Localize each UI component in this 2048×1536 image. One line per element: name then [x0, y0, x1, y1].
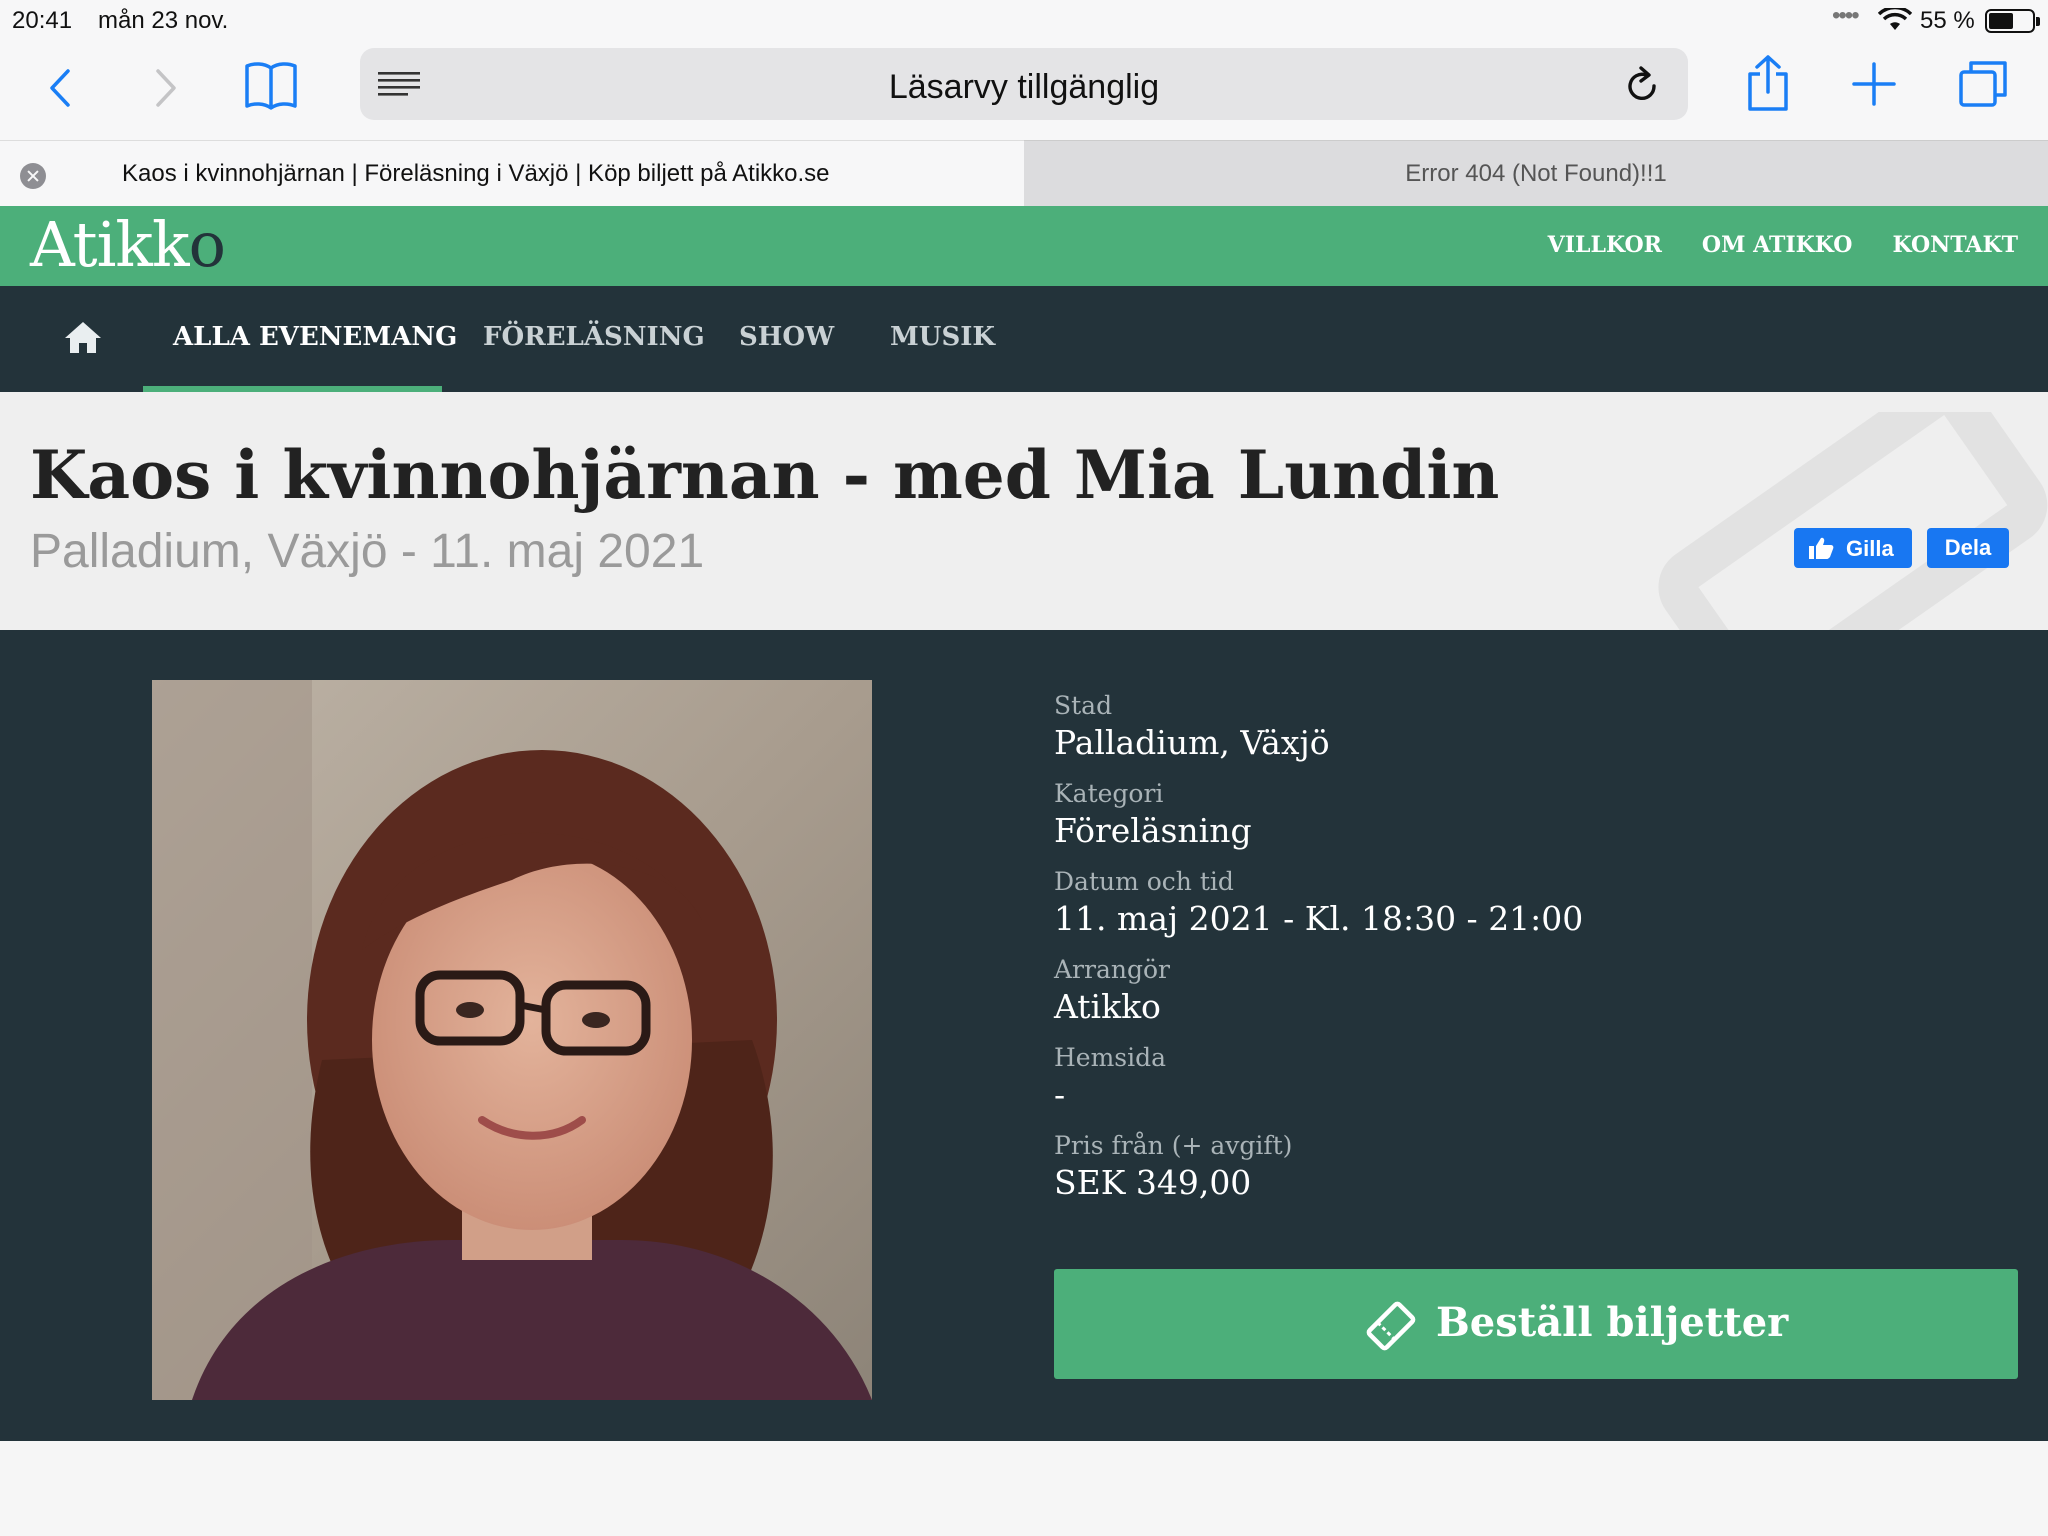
forward-icon[interactable]	[154, 68, 178, 108]
share-icon[interactable]	[1746, 54, 1790, 112]
ticket-watermark-icon	[1658, 412, 2048, 630]
detail-stad: Stad Palladium, Växjö	[1054, 690, 2014, 764]
wifi-icon	[1878, 8, 1912, 30]
detail-value: SEK 349,00	[1054, 1163, 1252, 1202]
event-header: Kaos i kvinnohjärnan - med Mia Lundin Pa…	[0, 392, 2048, 630]
nav-forelasning[interactable]: FÖRELÄSNING	[483, 322, 705, 352]
event-main: Stad Palladium, Växjö Kategori Föreläsni…	[0, 630, 2048, 1441]
category-nav: ALLA EVENEMANG FÖRELÄSNING SHOW MUSIK	[0, 286, 2048, 392]
detail-hemsida: Hemsida -	[1054, 1042, 2014, 1116]
browser-tabs: Kaos i kvinnohjärnan | Föreläsning i Väx…	[0, 140, 2048, 206]
like-label: Gilla	[1846, 536, 1894, 561]
detail-label: Arrangör	[1054, 955, 1170, 984]
order-tickets-button[interactable]: Beställ biljetter	[1054, 1269, 2018, 1379]
battery-percent: 55 %	[1920, 7, 1975, 34]
reload-icon[interactable]	[1624, 66, 1660, 104]
address-bar[interactable]: Läsarvy tillgänglig	[360, 48, 1688, 120]
bookmarks-icon[interactable]	[244, 60, 298, 112]
battery-icon	[1985, 9, 2040, 33]
detail-datum: Datum och tid 11. maj 2021 - Kl. 18:30 -…	[1054, 866, 2014, 940]
event-subtitle: Palladium, Växjö - 11. maj 2021	[30, 525, 705, 578]
detail-value: Palladium, Växjö	[1054, 723, 1330, 762]
detail-label: Datum och tid	[1054, 867, 1234, 896]
status-date: mån 23 nov.	[98, 7, 229, 34]
atikko-logo[interactable]: Atikko	[30, 208, 226, 281]
nav-show[interactable]: SHOW	[739, 322, 834, 352]
site-header: Atikko VILLKOR OM ATIKKO KONTAKT	[0, 206, 2048, 286]
detail-pris: Pris från (+ avgift) SEK 349,00	[1054, 1130, 2014, 1204]
top-links: VILLKOR OM ATIKKO KONTAKT	[1548, 232, 2018, 258]
signal-dots-icon: ••••	[1832, 2, 1860, 29]
event-details: Stad Palladium, Växjö Kategori Föreläsni…	[1054, 690, 2014, 1218]
page-bottom	[0, 1441, 2048, 1536]
detail-value: 11. maj 2021 - Kl. 18:30 - 21:00	[1054, 899, 1584, 938]
tab-event[interactable]: Kaos i kvinnohjärnan | Föreläsning i Väx…	[0, 140, 1024, 206]
order-tickets-label: Beställ biljetter	[1436, 1299, 1789, 1346]
tab-error[interactable]: Error 404 (Not Found)!!1	[1024, 140, 2048, 206]
close-tab-icon[interactable]	[20, 163, 46, 189]
link-om-atikko[interactable]: OM ATIKKO	[1702, 232, 1853, 258]
status-time: 20:41	[12, 7, 73, 34]
back-icon[interactable]	[48, 68, 72, 108]
thumbs-up-icon	[1809, 537, 1834, 559]
nav-alla-evenemang[interactable]: ALLA EVENEMANG	[173, 322, 457, 352]
browser-toolbar: Läsarvy tillgänglig	[0, 40, 2048, 140]
detail-kategori: Kategori Föreläsning	[1054, 778, 2014, 852]
detail-value: -	[1054, 1075, 1066, 1114]
reader-available-text: Läsarvy tillgänglig	[888, 68, 1160, 106]
nav-musik[interactable]: MUSIK	[890, 322, 995, 352]
status-bar: 20:41 mån 23 nov. •••• 55 %	[0, 0, 2048, 40]
link-villkor[interactable]: VILLKOR	[1548, 232, 1662, 258]
detail-value: Atikko	[1054, 987, 1161, 1026]
tab-title: Error 404 (Not Found)!!1	[1405, 160, 1667, 187]
event-photo	[152, 680, 872, 1400]
link-kontakt[interactable]: KONTAKT	[1892, 232, 2018, 258]
ticket-icon	[1366, 1301, 1416, 1351]
tabs-overview-icon[interactable]	[1958, 60, 2008, 108]
detail-label: Pris från (+ avgift)	[1054, 1131, 1293, 1160]
tab-title: Kaos i kvinnohjärnan | Föreläsning i Väx…	[122, 160, 830, 187]
detail-value: Föreläsning	[1054, 811, 1252, 850]
event-title: Kaos i kvinnohjärnan - med Mia Lundin	[30, 436, 1500, 514]
detail-label: Hemsida	[1054, 1043, 1167, 1072]
home-icon[interactable]	[64, 320, 102, 354]
facebook-like-button[interactable]: Gilla	[1794, 528, 1912, 568]
detail-label: Kategori	[1054, 779, 1164, 808]
detail-arrangor: Arrangör Atikko	[1054, 954, 2014, 1028]
detail-label: Stad	[1054, 691, 1113, 720]
facebook-share-button[interactable]: Dela	[1927, 528, 2009, 568]
new-tab-icon[interactable]	[1852, 62, 1896, 106]
